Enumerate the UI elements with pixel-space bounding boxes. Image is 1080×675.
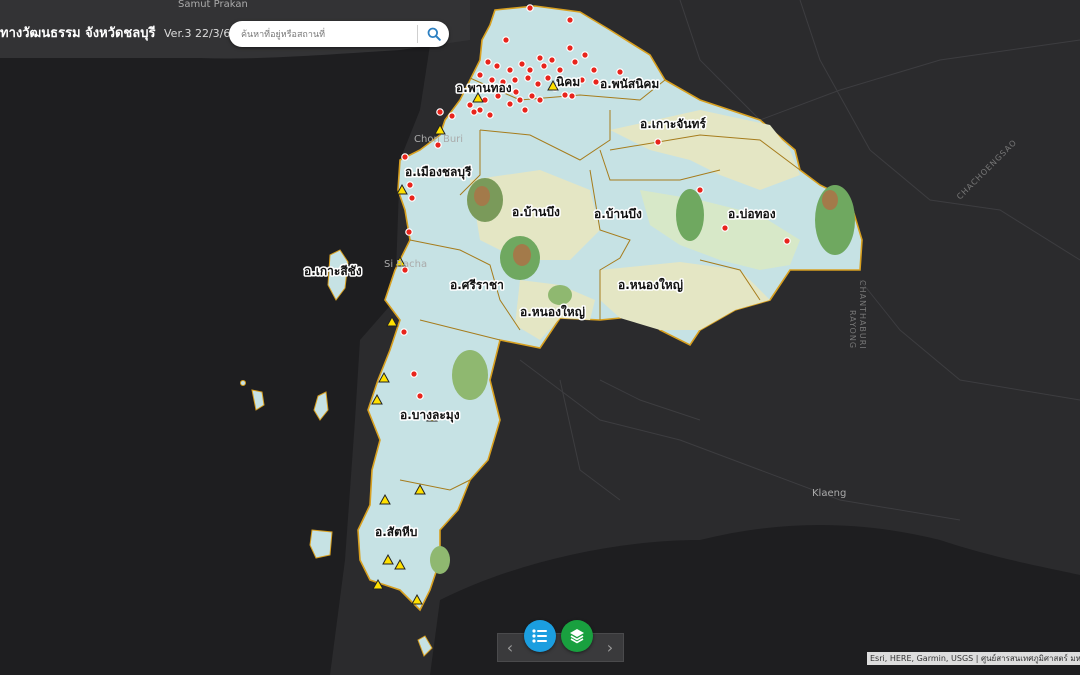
poi-dot[interactable]: [561, 91, 569, 99]
label-chon-buri: Chon Buri: [414, 134, 463, 145]
poi-dot[interactable]: [502, 36, 510, 44]
search-box: [229, 21, 449, 47]
poi-dot[interactable]: [512, 88, 520, 96]
poi-dot[interactable]: [466, 101, 474, 109]
poi-dot[interactable]: [590, 66, 598, 74]
poi-dot[interactable]: [408, 194, 416, 202]
district-label-bo-thong: อ.บ่อทอง: [728, 207, 776, 221]
poi-dot[interactable]: [566, 16, 574, 24]
poi-dot[interactable]: [401, 153, 409, 161]
poi-dot[interactable]: [581, 51, 589, 59]
map-attribution: Esri, HERE, Garmin, USGS | ศูนย์สารสนเทศ…: [867, 652, 1080, 665]
poi-dot[interactable]: [521, 106, 529, 114]
poi-dot[interactable]: [548, 56, 556, 64]
district-label-nikhom: นิคม: [556, 75, 580, 89]
poi-dot[interactable]: [400, 328, 408, 336]
poi-dot[interactable]: [416, 392, 424, 400]
search-button[interactable]: [422, 22, 446, 46]
poi-dot[interactable]: [556, 66, 564, 74]
poi-dot[interactable]: [524, 74, 532, 82]
poi-dot[interactable]: [696, 186, 704, 194]
poi-dot[interactable]: [436, 108, 444, 116]
poi-dot[interactable]: [405, 228, 413, 236]
district-label-phanat-nikhom: อ.พนัสนิคม: [600, 77, 659, 91]
district-label-sattahip: อ.สัตหีบ: [375, 525, 417, 539]
poi-dot[interactable]: [616, 68, 624, 76]
poi-dot[interactable]: [536, 54, 544, 62]
poi-dot[interactable]: [534, 80, 542, 88]
prev-button[interactable]: ‹: [498, 634, 522, 661]
label-klaeng: Klaeng: [812, 488, 846, 499]
label-rayong: RAYONG: [848, 310, 857, 349]
poi-dot[interactable]: [484, 58, 492, 66]
map-canvas[interactable]: Samut Prakan Chon Buri Si Racha Klaeng C…: [0, 0, 1080, 675]
legend-list-icon: [532, 629, 547, 643]
poi-dot[interactable]: [493, 62, 501, 70]
poi-dot[interactable]: [592, 78, 600, 86]
poi-dot[interactable]: [476, 71, 484, 79]
district-label-ban-bueng: อ.บ้านบึง: [512, 205, 560, 219]
poi-dot[interactable]: [448, 112, 456, 120]
district-label-nong-yai: อ.หนองใหญ่: [520, 304, 585, 319]
poi-dot[interactable]: [518, 60, 526, 68]
label-chanthaburi: CHANTHABURI: [858, 280, 867, 350]
poi-dot[interactable]: [721, 224, 729, 232]
chevron-left-icon: ‹: [506, 638, 514, 657]
label-si-racha: Si Racha: [384, 259, 427, 270]
district-label-ko-chan: อ.เกาะจันทร์: [640, 117, 706, 131]
poi-dot[interactable]: [568, 92, 576, 100]
poi-dot[interactable]: [486, 111, 494, 119]
poi-dot[interactable]: [506, 100, 514, 108]
poi-dot[interactable]: [470, 108, 478, 116]
district-label-mueang: อ.เมืองชลบุรี: [405, 165, 472, 180]
next-button[interactable]: ›: [598, 634, 622, 661]
app-version: Ver.3 22/3/64: [164, 27, 238, 40]
poi-dot[interactable]: [654, 138, 662, 146]
poi-dot[interactable]: [566, 44, 574, 52]
poi-dot[interactable]: [516, 96, 524, 104]
poi-dot[interactable]: [410, 370, 418, 378]
legend-button[interactable]: [524, 620, 556, 652]
search-input[interactable]: [239, 25, 413, 45]
search-icon: [427, 27, 441, 41]
district-label-ban-bueng-2: อ.บ้านบึง: [594, 207, 642, 221]
app-title: ทางวัฒนธรรม จังหวัดชลบุรี: [0, 26, 156, 41]
search-separator: [417, 25, 418, 43]
poi-dot[interactable]: [571, 58, 579, 66]
poi-dot[interactable]: [506, 66, 514, 74]
poi-dot[interactable]: [511, 76, 519, 84]
district-label-si-racha: อ.ศรีราชา: [450, 278, 504, 292]
poi-dot[interactable]: [526, 66, 534, 74]
district-label-bang-lamung: อ.บางละมุง: [400, 408, 460, 423]
district-label-ko-sichang: อ.เกาะสีชัง: [304, 264, 362, 278]
district-label-nong-yai-2: อ.หนองใหญ่: [618, 277, 683, 292]
poi-dot[interactable]: [536, 96, 544, 104]
chevron-right-icon: ›: [606, 638, 614, 657]
poi-dot[interactable]: [783, 237, 791, 245]
poi-dot[interactable]: [406, 181, 414, 189]
label-samut-prakan: Samut Prakan: [178, 0, 248, 10]
layers-icon: [570, 629, 584, 644]
district-label-phan-thong: อ.พานทอง: [456, 81, 512, 95]
layers-button[interactable]: [561, 620, 593, 652]
poi-dot[interactable]: [526, 4, 534, 12]
poi-dot[interactable]: [528, 92, 536, 100]
poi-dot[interactable]: [540, 62, 548, 70]
poi-dot[interactable]: [544, 74, 552, 82]
